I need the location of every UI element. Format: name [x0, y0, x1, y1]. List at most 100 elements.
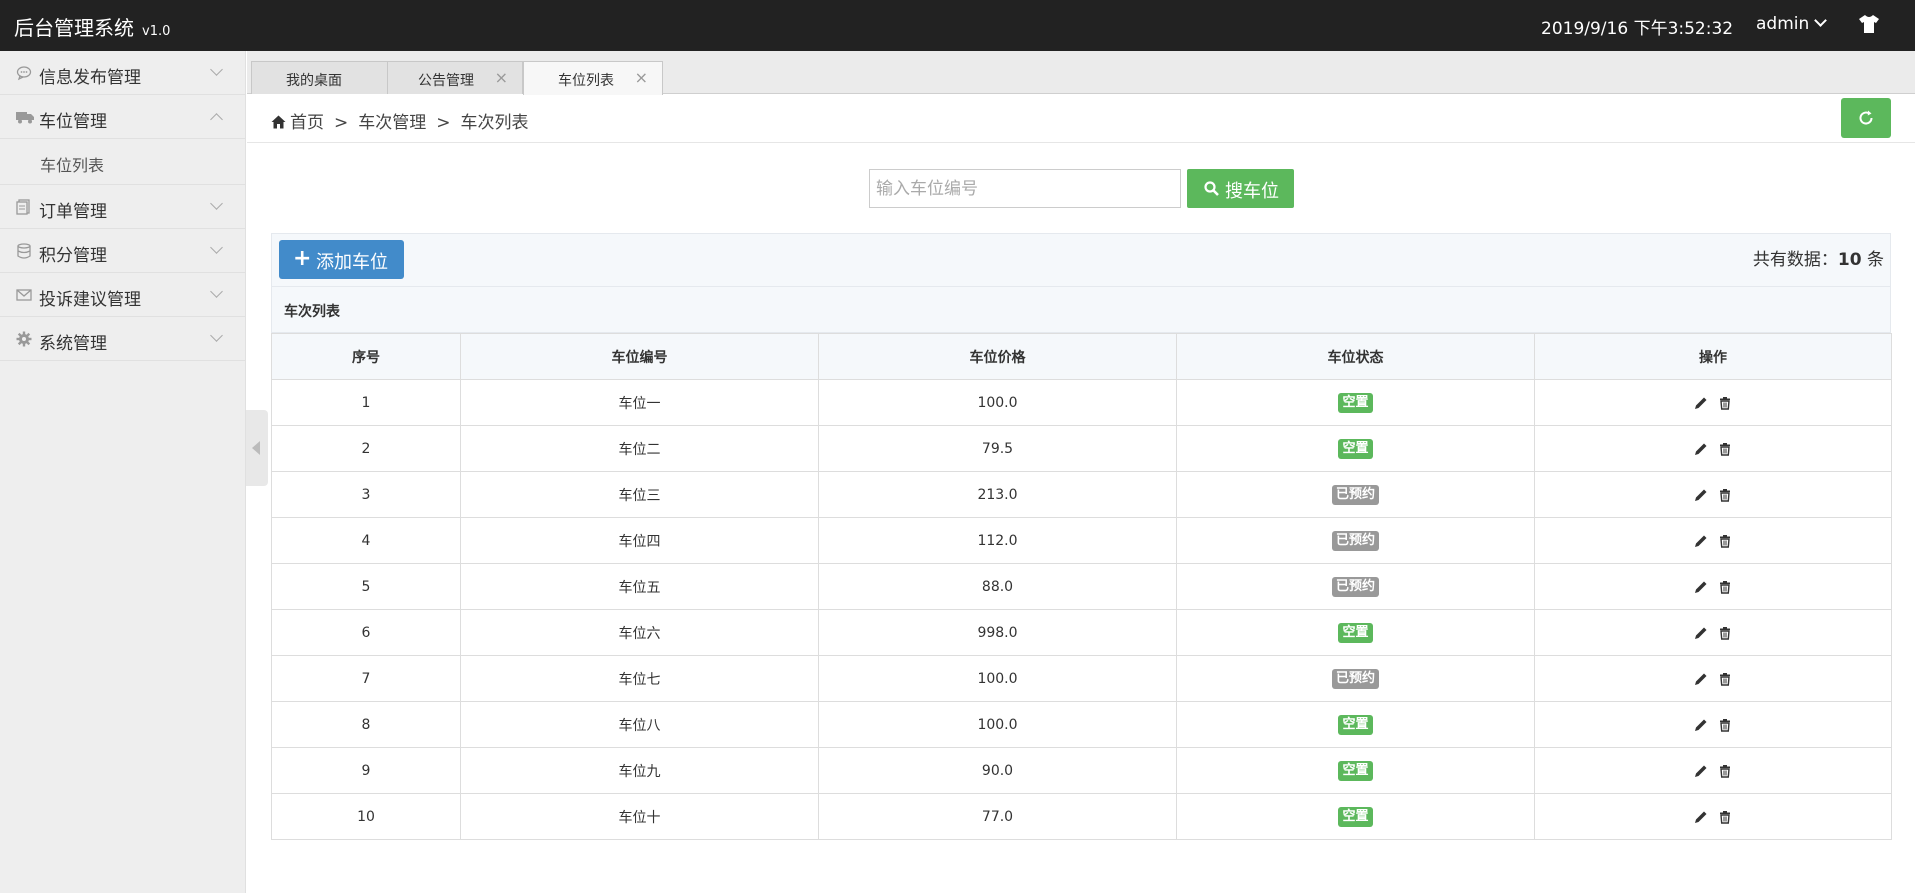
sidebar-item-info-publish[interactable]: 信息发布管理 [0, 51, 245, 95]
table-row: 5 车位五 88.0 已预约 [271, 563, 1892, 610]
cell-actions [1534, 379, 1892, 426]
status-badge: 空置 [1338, 622, 1373, 643]
cell-status: 空置 [1176, 701, 1535, 748]
breadcrumb-level1[interactable]: 车次管理 [358, 113, 426, 133]
table-row: 2 车位二 79.5 空置 [271, 425, 1892, 472]
pencil-icon[interactable] [1694, 396, 1708, 410]
cell-no: 10 [271, 793, 461, 840]
total-count: 共有数据：10 条 [1752, 250, 1884, 270]
table-row: 1 车位一 100.0 空置 [271, 379, 1892, 426]
cell-status: 空置 [1176, 379, 1535, 426]
table-caption: 车次列表 [271, 287, 1891, 333]
top-header: 后台管理系统 v1.0 2019/9/16 下午3:52:32 admin [0, 0, 1915, 51]
cell-no: 7 [271, 655, 461, 702]
table-header-row: 序号 车位编号 车位价格 车位状态 操作 [271, 333, 1892, 380]
chat-icon [16, 65, 32, 81]
cell-price: 100.0 [818, 655, 1177, 702]
pencil-icon[interactable] [1694, 442, 1708, 456]
sidebar-item-parking[interactable]: 车位管理 [0, 95, 245, 139]
add-parking-button[interactable]: + 添加车位 [279, 240, 404, 279]
pencil-icon[interactable] [1694, 718, 1708, 732]
trash-icon[interactable] [1718, 672, 1732, 686]
cell-status: 空置 [1176, 793, 1535, 840]
trash-icon[interactable] [1718, 718, 1732, 732]
user-menu[interactable]: admin [1756, 14, 1828, 34]
cell-status: 空置 [1176, 425, 1535, 472]
tab-my-desktop[interactable]: 我的桌面 [251, 61, 391, 94]
cell-price: 88.0 [818, 563, 1177, 610]
cell-price: 100.0 [818, 701, 1177, 748]
cell-actions [1534, 609, 1892, 656]
cell-price: 213.0 [818, 471, 1177, 518]
table-row: 7 车位七 100.0 已预约 [271, 655, 1892, 702]
pencil-icon[interactable] [1694, 488, 1708, 502]
trash-icon[interactable] [1718, 442, 1732, 456]
pencil-icon[interactable] [1694, 534, 1708, 548]
search-button[interactable]: 搜车位 [1187, 169, 1294, 208]
cell-no: 5 [271, 563, 461, 610]
cell-code: 车位八 [460, 701, 819, 748]
search-input[interactable] [869, 169, 1181, 208]
cell-status: 已预约 [1176, 563, 1535, 610]
table-row: 3 车位三 213.0 已预约 [271, 471, 1892, 518]
cell-actions [1534, 747, 1892, 794]
pencil-icon[interactable] [1694, 672, 1708, 686]
sidebar-item-orders[interactable]: 订单管理 [0, 185, 245, 229]
cell-status: 已预约 [1176, 517, 1535, 564]
trash-icon[interactable] [1718, 810, 1732, 824]
cell-price: 998.0 [818, 609, 1177, 656]
app-version: v1.0 [142, 24, 171, 39]
app-logo[interactable]: 后台管理系统 v1.0 [14, 12, 170, 41]
sidebar-item-complaints[interactable]: 投诉建议管理 [0, 273, 245, 317]
trash-icon[interactable] [1718, 580, 1732, 594]
tab-announcements[interactable]: 公告管理 × [387, 61, 523, 94]
trash-icon[interactable] [1718, 764, 1732, 778]
trash-icon[interactable] [1718, 626, 1732, 640]
status-badge: 已预约 [1331, 530, 1379, 551]
username: admin [1756, 14, 1810, 34]
close-icon[interactable]: × [495, 68, 508, 87]
table-row: 8 车位八 100.0 空置 [271, 701, 1892, 748]
column-header: 车位状态 [1176, 333, 1535, 380]
sidebar-item-system[interactable]: 系统管理 [0, 317, 245, 361]
pencil-icon[interactable] [1694, 810, 1708, 824]
trash-icon[interactable] [1718, 534, 1732, 548]
close-icon[interactable]: × [635, 68, 648, 87]
column-header: 车位价格 [818, 333, 1177, 380]
cell-status: 已预约 [1176, 471, 1535, 518]
table-row: 10 车位十 77.0 空置 [271, 793, 1892, 840]
pencil-icon[interactable] [1694, 580, 1708, 594]
trash-icon[interactable] [1718, 396, 1732, 410]
cell-actions [1534, 701, 1892, 748]
pencil-icon[interactable] [1694, 764, 1708, 778]
chevron-down-icon [210, 197, 223, 210]
status-badge: 已预约 [1331, 668, 1379, 689]
tab-parking-list[interactable]: 车位列表 × [523, 61, 663, 95]
parking-table: 序号 车位编号 车位价格 车位状态 操作 1 车位一 100.0 空置 2 车位二 79.5… [271, 333, 1892, 840]
sidebar-subitem-parking-list[interactable]: 车位列表 [0, 139, 245, 185]
trash-icon[interactable] [1718, 488, 1732, 502]
column-header: 序号 [271, 333, 461, 380]
datetime-display: 2019/9/16 下午3:52:32 [1541, 19, 1734, 39]
table-row: 4 车位四 112.0 已预约 [271, 517, 1892, 564]
status-badge: 已预约 [1331, 576, 1379, 597]
breadcrumb-separator: > [334, 113, 349, 133]
shirt-icon[interactable] [1858, 14, 1880, 34]
refresh-button[interactable] [1841, 98, 1891, 138]
column-header: 车位编号 [460, 333, 819, 380]
cell-actions [1534, 425, 1892, 472]
cell-no: 1 [271, 379, 461, 426]
cell-no: 3 [271, 471, 461, 518]
pencil-icon[interactable] [1694, 626, 1708, 640]
tab-bar: 我的桌面 公告管理 × 车位列表 × [247, 51, 1915, 95]
cell-code: 车位四 [460, 517, 819, 564]
status-badge: 空置 [1338, 438, 1373, 459]
cell-status: 空置 [1176, 609, 1535, 656]
cell-no: 9 [271, 747, 461, 794]
cell-no: 8 [271, 701, 461, 748]
table-row: 9 车位九 90.0 空置 [271, 747, 1892, 794]
sidebar-collapse-toggle[interactable] [246, 410, 268, 486]
breadcrumb-home[interactable]: 首页 [290, 113, 324, 133]
sidebar-item-points[interactable]: 积分管理 [0, 229, 245, 273]
cell-actions [1534, 655, 1892, 702]
